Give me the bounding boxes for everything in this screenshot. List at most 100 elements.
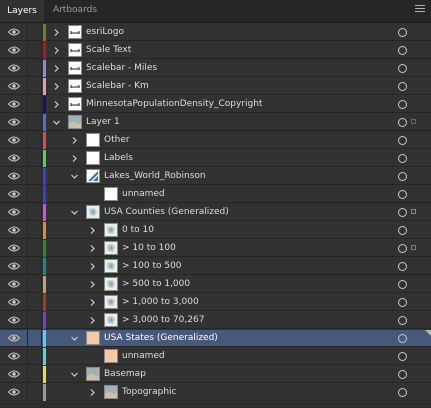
layer-name[interactable]: > 10 to 100 xyxy=(122,240,176,257)
layer-name[interactable]: esriLogo xyxy=(86,24,124,41)
chevron-right-icon[interactable] xyxy=(52,100,61,109)
layer-name[interactable]: USA Counties (Generalized) xyxy=(104,204,229,221)
target-circle-icon[interactable] xyxy=(398,28,407,37)
layer-name[interactable]: 0 to 10 xyxy=(122,222,154,239)
target-circle-icon[interactable] xyxy=(398,280,407,289)
visibility-toggle[interactable] xyxy=(0,150,28,167)
chevron-down-icon[interactable] xyxy=(70,172,79,181)
lock-toggle[interactable] xyxy=(28,132,42,149)
target-circle-icon[interactable] xyxy=(398,226,407,235)
chevron-right-icon[interactable] xyxy=(88,298,97,307)
visibility-toggle[interactable] xyxy=(0,240,28,257)
target-circle-icon[interactable] xyxy=(398,190,407,199)
lock-toggle[interactable] xyxy=(28,42,42,59)
chevron-down-icon[interactable] xyxy=(70,370,79,379)
selection-indicator[interactable] xyxy=(411,119,416,124)
target-circle-icon[interactable] xyxy=(398,352,407,361)
chevron-down-icon[interactable] xyxy=(70,334,79,343)
lock-toggle[interactable] xyxy=(28,168,42,185)
layer-name[interactable]: MinnesotaPopulationDensity_Copyright xyxy=(86,96,262,113)
layer-name[interactable]: > 3,000 to 70,267 xyxy=(122,312,204,329)
lock-toggle[interactable] xyxy=(28,258,42,275)
layer-name[interactable]: Scalebar - Km xyxy=(86,78,149,95)
lock-toggle[interactable] xyxy=(28,24,42,41)
layer-row[interactable]: Topographic xyxy=(0,384,431,401)
lock-toggle[interactable] xyxy=(28,384,42,401)
visibility-toggle[interactable] xyxy=(0,96,28,113)
selection-indicator[interactable] xyxy=(411,245,416,250)
visibility-toggle[interactable] xyxy=(0,348,28,365)
visibility-toggle[interactable] xyxy=(0,258,28,275)
target-circle-icon[interactable] xyxy=(398,118,407,127)
layer-row[interactable]: Other xyxy=(0,132,431,149)
layer-name[interactable]: USA States (Generalized) xyxy=(104,330,218,347)
layer-row[interactable]: > 3,000 to 70,267 xyxy=(0,312,431,329)
layer-name[interactable]: Labels xyxy=(104,150,133,167)
lock-toggle[interactable] xyxy=(28,294,42,311)
chevron-right-icon[interactable] xyxy=(88,280,97,289)
lock-toggle[interactable] xyxy=(28,186,42,203)
hamburger-menu-icon[interactable] xyxy=(415,5,425,15)
target-circle-icon[interactable] xyxy=(398,208,407,217)
chevron-down-icon[interactable] xyxy=(70,208,79,217)
visibility-toggle[interactable] xyxy=(0,222,28,239)
lock-toggle[interactable] xyxy=(28,78,42,95)
layer-row[interactable]: > 100 to 500 xyxy=(0,258,431,275)
layer-row[interactable]: 0 to 10 xyxy=(0,222,431,239)
layer-row[interactable]: MinnesotaPopulationDensity_Copyright xyxy=(0,96,431,113)
visibility-toggle[interactable] xyxy=(0,42,28,59)
chevron-right-icon[interactable] xyxy=(88,226,97,235)
lock-toggle[interactable] xyxy=(28,240,42,257)
chevron-right-icon[interactable] xyxy=(52,64,61,73)
layer-name[interactable]: Other xyxy=(104,132,130,149)
chevron-right-icon[interactable] xyxy=(52,46,61,55)
lock-toggle[interactable] xyxy=(28,96,42,113)
lock-toggle[interactable] xyxy=(28,330,42,347)
layer-name[interactable]: > 1,000 to 3,000 xyxy=(122,294,199,311)
visibility-toggle[interactable] xyxy=(0,24,28,41)
target-circle-icon[interactable] xyxy=(398,82,407,91)
lock-toggle[interactable] xyxy=(28,312,42,329)
lock-toggle[interactable] xyxy=(28,348,42,365)
layer-row[interactable]: USA Counties (Generalized) xyxy=(0,204,431,221)
visibility-toggle[interactable] xyxy=(0,168,28,185)
visibility-toggle[interactable] xyxy=(0,132,28,149)
target-circle-icon[interactable] xyxy=(398,298,407,307)
target-circle-icon[interactable] xyxy=(398,46,407,55)
lock-toggle[interactable] xyxy=(28,222,42,239)
layer-name[interactable]: Lakes_World_Robinson xyxy=(104,168,206,185)
target-circle-icon[interactable] xyxy=(398,388,407,397)
target-circle-icon[interactable] xyxy=(398,100,407,109)
chevron-right-icon[interactable] xyxy=(70,154,79,163)
target-circle-icon[interactable] xyxy=(398,316,407,325)
tab-layers[interactable]: Layers xyxy=(0,0,44,22)
layer-name[interactable]: Layer 1 xyxy=(86,114,120,131)
layer-row[interactable]: > 500 to 1,000 xyxy=(0,276,431,293)
layer-row[interactable]: Scalebar - Miles xyxy=(0,60,431,77)
chevron-down-icon[interactable] xyxy=(52,118,61,127)
target-circle-icon[interactable] xyxy=(398,64,407,73)
target-circle-icon[interactable] xyxy=(398,262,407,271)
layer-name[interactable]: > 500 to 1,000 xyxy=(122,276,190,293)
target-circle-icon[interactable] xyxy=(398,370,407,379)
chevron-right-icon[interactable] xyxy=(52,28,61,37)
target-circle-icon[interactable] xyxy=(398,244,407,253)
target-circle-icon[interactable] xyxy=(398,334,407,343)
layer-row[interactable]: unnamed xyxy=(0,348,431,365)
lock-toggle[interactable] xyxy=(28,366,42,383)
layer-name[interactable]: Scalebar - Miles xyxy=(86,60,157,77)
visibility-toggle[interactable] xyxy=(0,312,28,329)
target-circle-icon[interactable] xyxy=(398,136,407,145)
layer-row[interactable]: Labels xyxy=(0,150,431,167)
tab-artboards[interactable]: Artboards xyxy=(44,0,106,22)
visibility-toggle[interactable] xyxy=(0,366,28,383)
visibility-toggle[interactable] xyxy=(0,204,28,221)
chevron-right-icon[interactable] xyxy=(88,262,97,271)
chevron-right-icon[interactable] xyxy=(88,244,97,253)
target-circle-icon[interactable] xyxy=(398,172,407,181)
layer-name[interactable]: unnamed xyxy=(122,186,165,203)
chevron-right-icon[interactable] xyxy=(88,316,97,325)
layer-name[interactable]: Scale Text xyxy=(86,42,131,59)
visibility-toggle[interactable] xyxy=(0,276,28,293)
lock-toggle[interactable] xyxy=(28,276,42,293)
